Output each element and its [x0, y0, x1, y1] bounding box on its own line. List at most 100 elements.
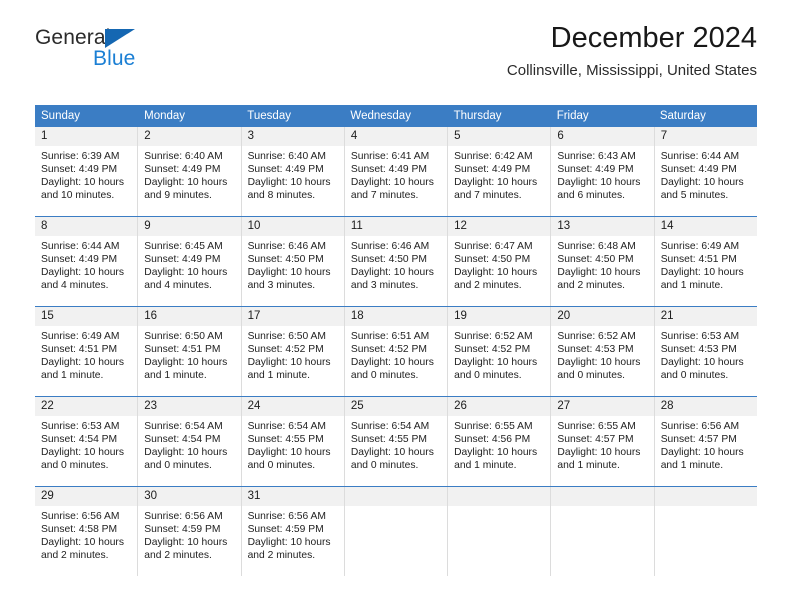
day-number: 14 [654, 217, 757, 236]
calendar-day-cell[interactable]: 3 Sunrise: 6:40 AM Sunset: 4:49 PM Daylight… [241, 127, 345, 216]
sunrise-text: Sunrise: 6:53 AM [660, 331, 740, 342]
calendar-day-cell[interactable]: 15 Sunrise: 6:49 AM Sunset: 4:51 PM Dayligh… [35, 307, 139, 396]
daylight-text-line1: Daylight: 10 hours [557, 177, 641, 189]
day-details: Sunrise: 6:44 AM Sunset: 4:49 PM Daylight:… [35, 236, 137, 292]
day-number [551, 487, 654, 506]
sunset-text: Sunset: 4:54 PM [41, 434, 118, 446]
daylight-text-line1: Daylight: 10 hours [247, 537, 331, 549]
daylight-text-line2: and 7 minutes. [350, 190, 419, 202]
day-number: 11 [344, 217, 448, 236]
calendar-day-cell[interactable]: 1 Sunrise: 6:39 AM Sunset: 4:49 PM Daylight… [35, 127, 139, 216]
sunrise-text: Sunrise: 6:54 AM [350, 421, 430, 432]
daylight-text-line1: Daylight: 10 hours [41, 447, 124, 459]
daylight-text-line2: and 0 minutes. [350, 460, 419, 472]
calendar-day-cell[interactable]: 10 Sunrise: 6:46 AM Sunset: 4:50 PM Dayligh… [241, 217, 345, 306]
calendar-day-cell[interactable]: 18 Sunrise: 6:51 AM Sunset: 4:52 PM Dayligh… [344, 307, 449, 396]
day-details: Sunrise: 6:56 AM Sunset: 4:58 PM Daylight:… [35, 506, 137, 562]
sunrise-text: Sunrise: 6:40 AM [144, 151, 223, 162]
sunrise-text: Sunrise: 6:46 AM [247, 241, 326, 252]
sunrise-text: Sunrise: 6:50 AM [144, 331, 223, 342]
calendar-day-cell[interactable]: 25 Sunrise: 6:54 AM Sunset: 4:55 PM Dayligh… [344, 397, 449, 486]
calendar-day-cell[interactable]: 16 Sunrise: 6:50 AM Sunset: 4:51 PM Dayligh… [138, 307, 242, 396]
day-details: Sunrise: 6:43 AM Sunset: 4:49 PM Daylight:… [551, 146, 653, 202]
calendar-day-cell[interactable]: 29 Sunrise: 6:56 AM Sunset: 4:58 PM Dayligh… [35, 487, 139, 576]
calendar-day-cell[interactable]: 17 Sunrise: 6:50 AM Sunset: 4:52 PM Dayligh… [241, 307, 345, 396]
day-details: Sunrise: 6:55 AM Sunset: 4:57 PM Daylight:… [551, 416, 653, 472]
day-number: 25 [344, 397, 448, 416]
daylight-text-line2: and 2 minutes. [41, 550, 109, 562]
title-block: December 2024 Collinsville, Mississippi,… [507, 22, 757, 79]
day-number: 17 [241, 307, 344, 326]
day-number: 10 [241, 217, 344, 236]
sunset-text: Sunset: 4:49 PM [41, 164, 118, 176]
calendar-day-cell[interactable]: 28 Sunrise: 6:56 AM Sunset: 4:57 PM Dayligh… [654, 397, 757, 486]
day-details: Sunrise: 6:50 AM Sunset: 4:51 PM Daylight:… [138, 326, 240, 382]
calendar-day-cell[interactable]: 31 Sunrise: 6:56 AM Sunset: 4:59 PM Dayligh… [241, 487, 345, 576]
daylight-text-line1: Daylight: 10 hours [350, 447, 434, 459]
day-number: 2 [138, 127, 241, 146]
calendar-day-cell[interactable]: 21 Sunrise: 6:53 AM Sunset: 4:53 PM Dayligh… [654, 307, 757, 396]
calendar-day-cell[interactable]: 23 Sunrise: 6:54 AM Sunset: 4:54 PM Dayligh… [138, 397, 242, 486]
daylight-text-line1: Daylight: 10 hours [247, 267, 331, 279]
sunrise-text: Sunrise: 6:42 AM [454, 151, 533, 162]
calendar-day-cell[interactable]: 20 Sunrise: 6:52 AM Sunset: 4:53 PM Dayligh… [551, 307, 655, 396]
calendar-day-cell[interactable]: 2 Sunrise: 6:40 AM Sunset: 4:49 PM Daylight… [138, 127, 242, 216]
daylight-text-line2: and 4 minutes. [41, 280, 109, 292]
day-details: Sunrise: 6:48 AM Sunset: 4:50 PM Daylight:… [551, 236, 653, 292]
day-details: Sunrise: 6:54 AM Sunset: 4:54 PM Daylight:… [138, 416, 240, 472]
calendar-day-cell[interactable]: 14 Sunrise: 6:49 AM Sunset: 4:51 PM Dayligh… [654, 217, 757, 306]
calendar-day-cell[interactable]: 26 Sunrise: 6:55 AM Sunset: 4:56 PM Dayligh… [448, 397, 552, 486]
day-number [344, 487, 448, 506]
daylight-text-line2: and 7 minutes. [454, 190, 522, 202]
day-details: Sunrise: 6:53 AM Sunset: 4:53 PM Daylight:… [655, 326, 757, 382]
daylight-text-line2: and 0 minutes. [660, 370, 729, 382]
calendar-day-cell[interactable]: 9 Sunrise: 6:45 AM Sunset: 4:49 PM Daylight… [138, 217, 242, 306]
day-details: Sunrise: 6:52 AM Sunset: 4:52 PM Daylight:… [448, 326, 550, 382]
sunset-text: Sunset: 4:49 PM [247, 164, 324, 176]
calendar-day-cell[interactable]: 11 Sunrise: 6:46 AM Sunset: 4:50 PM Dayligh… [344, 217, 449, 306]
sunset-text: Sunset: 4:59 PM [247, 524, 324, 536]
daylight-text-line1: Daylight: 10 hours [350, 177, 434, 189]
sunset-text: Sunset: 4:57 PM [557, 434, 634, 446]
weekday-header-monday: Monday [144, 110, 186, 122]
day-details: Sunrise: 6:56 AM Sunset: 4:59 PM Daylight:… [242, 506, 344, 562]
sunrise-text: Sunrise: 6:56 AM [247, 511, 326, 522]
day-number: 27 [551, 397, 654, 416]
day-number: 23 [138, 397, 241, 416]
page-header: General Blue December 2024 Collinsville,… [35, 0, 757, 79]
calendar-weeks: 1 Sunrise: 6:39 AM Sunset: 4:49 PM Daylight… [35, 127, 757, 576]
day-number: 24 [241, 397, 344, 416]
calendar-day-cell[interactable]: 22 Sunrise: 6:53 AM Sunset: 4:54 PM Dayligh… [35, 397, 139, 486]
calendar-day-cell[interactable]: 13 Sunrise: 6:48 AM Sunset: 4:50 PM Dayligh… [551, 217, 655, 306]
calendar-day-cell[interactable]: 12 Sunrise: 6:47 AM Sunset: 4:50 PM Dayligh… [448, 217, 552, 306]
day-number: 18 [344, 307, 448, 326]
calendar-day-cell[interactable]: 4 Sunrise: 6:41 AM Sunset: 4:49 PM Daylight… [344, 127, 449, 216]
daylight-text-line1: Daylight: 10 hours [247, 447, 331, 459]
calendar-day-cell[interactable]: 8 Sunrise: 6:44 AM Sunset: 4:49 PM Daylight… [35, 217, 139, 306]
day-number: 6 [551, 127, 654, 146]
daylight-text-line2: and 2 minutes. [454, 280, 522, 292]
calendar-day-cell[interactable]: 27 Sunrise: 6:55 AM Sunset: 4:57 PM Dayligh… [551, 397, 655, 486]
daylight-text-line2: and 2 minutes. [247, 550, 316, 562]
sunset-text: Sunset: 4:50 PM [454, 254, 531, 266]
calendar-day-cell[interactable]: 24 Sunrise: 6:54 AM Sunset: 4:55 PM Dayligh… [241, 397, 345, 486]
day-details: Sunrise: 6:49 AM Sunset: 4:51 PM Daylight:… [35, 326, 137, 382]
calendar-day-cell[interactable]: 7 Sunrise: 6:44 AM Sunset: 4:49 PM Daylight… [654, 127, 757, 216]
day-details: Sunrise: 6:39 AM Sunset: 4:49 PM Daylight:… [35, 146, 137, 202]
sunrise-text: Sunrise: 6:44 AM [660, 151, 740, 162]
day-details: Sunrise: 6:46 AM Sunset: 4:50 PM Daylight:… [345, 236, 447, 292]
calendar-day-cell[interactable]: 5 Sunrise: 6:42 AM Sunset: 4:49 PM Daylight… [448, 127, 552, 216]
calendar-day-cell[interactable]: 6 Sunrise: 6:43 AM Sunset: 4:49 PM Daylight… [551, 127, 655, 216]
generalblue-logo[interactable]: General Blue [35, 26, 215, 72]
sunset-text: Sunset: 4:49 PM [350, 164, 427, 176]
sunset-text: Sunset: 4:53 PM [660, 344, 737, 356]
calendar-day-cell[interactable]: 30 Sunrise: 6:56 AM Sunset: 4:59 PM Dayligh… [138, 487, 242, 576]
sunset-text: Sunset: 4:52 PM [454, 344, 531, 356]
calendar-day-cell[interactable]: 19 Sunrise: 6:52 AM Sunset: 4:52 PM Dayligh… [448, 307, 552, 396]
daylight-text-line1: Daylight: 10 hours [144, 177, 228, 189]
sunrise-text: Sunrise: 6:43 AM [557, 151, 636, 162]
sunrise-text: Sunrise: 6:46 AM [350, 241, 430, 252]
day-number: 31 [241, 487, 344, 506]
day-details: Sunrise: 6:54 AM Sunset: 4:55 PM Daylight:… [242, 416, 344, 472]
sunrise-text: Sunrise: 6:39 AM [41, 151, 120, 162]
